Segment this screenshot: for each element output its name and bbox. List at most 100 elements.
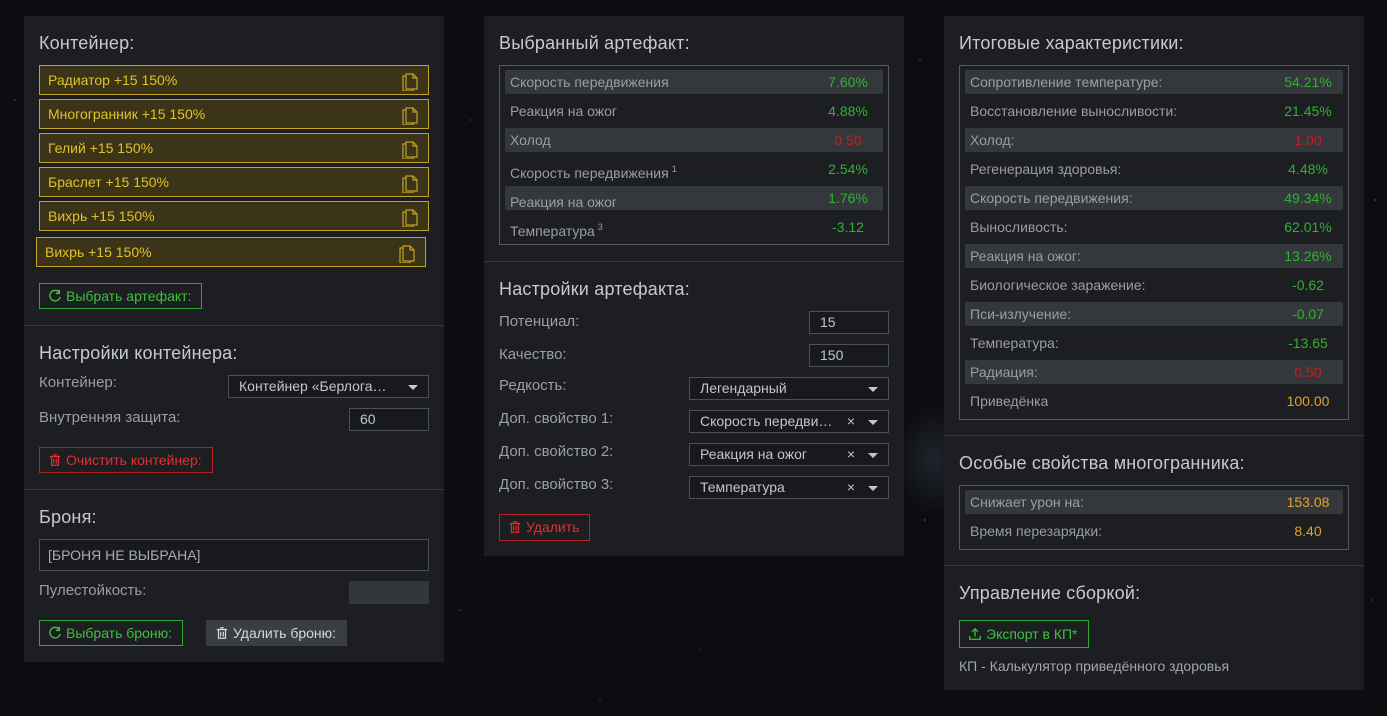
stat-name: Скорость передвижения	[510, 165, 669, 181]
total-stat-row: Скорость передвижения: 49.34%	[965, 186, 1343, 215]
quality-input[interactable]: 150	[809, 344, 889, 367]
build-title: Управление сборкой:	[959, 583, 1141, 603]
stat-name: Температура:	[970, 335, 1059, 351]
bulletproof-label: Пулестойкость:	[39, 582, 147, 599]
stat-value: 13.26%	[1284, 248, 1332, 264]
divider	[24, 489, 444, 490]
export-button[interactable]: Экспорт в КП*	[959, 620, 1089, 648]
stat-value: 153.08	[1286, 494, 1330, 510]
armor-field[interactable]: [БРОНЯ НЕ ВЫБРАНА]	[39, 539, 429, 571]
artifact-panel: Выбранный артефакт: Скорость передвижени…	[484, 16, 904, 556]
prop2-label: Доп. свойство 2:	[499, 443, 614, 460]
copy-icon[interactable]	[401, 71, 419, 91]
prop1-select[interactable]: Скорость передви… ×	[689, 410, 889, 433]
copy-icon[interactable]	[401, 139, 419, 159]
special-title: Особые свойства многогранника:	[959, 453, 1245, 473]
chevron-down-icon	[408, 385, 418, 390]
rarity-select[interactable]: Легендарный	[689, 377, 889, 400]
chevron-down-icon	[868, 486, 878, 491]
container-slot[interactable]: Гелий +15 150%	[39, 133, 429, 163]
prop2-select[interactable]: Реакция на ожог ×	[689, 443, 889, 466]
prop3-value: Температура	[700, 479, 785, 495]
total-stat-row: Холод: 1.00	[965, 128, 1343, 157]
totals-title: Итоговые характеристики:	[959, 33, 1184, 53]
container-slot[interactable]: Браслет +15 150%	[39, 167, 429, 197]
stat-name: Восстановление выносливости:	[970, 103, 1178, 119]
special-stat-row: Время перезарядки: 8.40	[965, 519, 1343, 548]
artifact-stats-table: Скорость передвижения 7.60% Реакция на ожо…	[499, 65, 889, 245]
container-slot[interactable]: Многогранник +15 150%	[39, 99, 429, 129]
total-stat-row: Сопротивление температуре: 54.21%	[965, 70, 1343, 99]
container-select[interactable]: Контейнер «Берлога…	[228, 375, 429, 398]
quality-label: Качество:	[499, 346, 567, 363]
prop1-label: Доп. свойство 1:	[499, 410, 614, 427]
select-artifact-button[interactable]: Выбрать артефакт:	[39, 283, 203, 309]
container-select-value: Контейнер «Берлога…	[239, 378, 387, 394]
stat-value: 8.40	[1294, 523, 1322, 539]
container-slot-label: Радиатор +15 150%	[48, 72, 178, 88]
totals-table: Сопротивление температуре: 54.21% Восстано…	[959, 65, 1349, 420]
artifact-stat-row: Скорость передвижения 7.60%	[505, 70, 883, 99]
stat-name: Реакция на ожог:	[970, 248, 1081, 264]
copy-icon[interactable]	[401, 105, 419, 125]
stat-name: Сопротивление температуре:	[970, 74, 1163, 90]
container-slot[interactable]: Радиатор +15 150%	[39, 65, 429, 95]
prop3-select[interactable]: Температура ×	[689, 476, 889, 499]
remove-armor-label: Удалить броню:	[233, 625, 337, 641]
stat-value: 21.45%	[1284, 103, 1332, 119]
stat-value: 0.50	[1294, 364, 1322, 380]
selected-artifact-title: Выбранный артефакт:	[499, 33, 690, 53]
chevron-down-icon	[868, 420, 878, 425]
trash-icon	[216, 627, 228, 639]
select-armor-label: Выбрать броню:	[66, 625, 172, 641]
stat-name: Холод	[510, 132, 551, 148]
clear-icon[interactable]: ×	[847, 411, 855, 432]
stat-value: 1.76%	[828, 190, 868, 206]
stat-value: 2.54%	[828, 161, 868, 177]
artifact-stat-row: Холод 0.50	[505, 128, 883, 157]
refresh-icon	[49, 289, 61, 302]
copy-icon[interactable]	[401, 173, 419, 193]
export-label: Экспорт в КП*	[986, 626, 1078, 642]
clear-container-button[interactable]: Очистить контейнер:	[39, 447, 213, 473]
stat-value: -0.62	[1292, 277, 1324, 293]
upload-icon	[969, 627, 981, 640]
delete-artifact-label: Удалить	[526, 519, 580, 535]
stat-value: 7.60%	[828, 74, 868, 90]
clear-icon[interactable]: ×	[847, 477, 855, 498]
remove-armor-button[interactable]: Удалить броню:	[206, 620, 348, 646]
container-label: Контейнер:	[39, 374, 117, 391]
divider	[944, 565, 1364, 566]
prop1-value: Скорость передви…	[700, 413, 833, 429]
select-armor-button[interactable]: Выбрать броню:	[39, 620, 183, 646]
copy-icon[interactable]	[398, 243, 416, 263]
total-stat-row: Регенерация здоровья: 4.48%	[965, 157, 1343, 186]
stat-name: Реакция на ожог	[510, 194, 618, 210]
potential-input[interactable]: 15	[809, 311, 889, 334]
stat-name: Холод:	[970, 132, 1015, 148]
delete-artifact-button[interactable]: Удалить	[499, 514, 591, 541]
container-slot[interactable]: Вихрь +15 150%	[39, 201, 429, 231]
total-stat-row: Радиация: 0.50	[965, 360, 1343, 389]
stat-value: 0.50	[834, 132, 862, 148]
stat-footnote: 1	[671, 164, 677, 174]
clear-icon[interactable]: ×	[847, 444, 855, 465]
stat-value: 49.34%	[1284, 190, 1332, 206]
container-slot[interactable]: Вихрь +15 150%	[36, 237, 426, 267]
artifact-stat-row: Температура 3 -3.12	[505, 215, 883, 244]
stat-value: 4.48%	[1288, 161, 1328, 177]
rarity-label: Редкость:	[499, 377, 567, 394]
inner-protection-input[interactable]: 60	[349, 408, 429, 431]
stat-value: 4.88%	[828, 103, 868, 119]
refresh-icon	[49, 626, 61, 639]
chevron-down-icon	[868, 453, 878, 458]
copy-icon[interactable]	[401, 207, 419, 227]
divider	[944, 435, 1364, 436]
rarity-value: Легендарный	[700, 380, 787, 396]
container-slot-label: Вихрь +15 150%	[45, 244, 152, 260]
stat-name: Снижает урон на:	[970, 494, 1084, 510]
divider	[484, 261, 904, 262]
bulletproof-input[interactable]	[349, 581, 429, 604]
select-artifact-label: Выбрать артефакт:	[66, 288, 192, 304]
stat-name: Скорость передвижения	[510, 74, 669, 90]
